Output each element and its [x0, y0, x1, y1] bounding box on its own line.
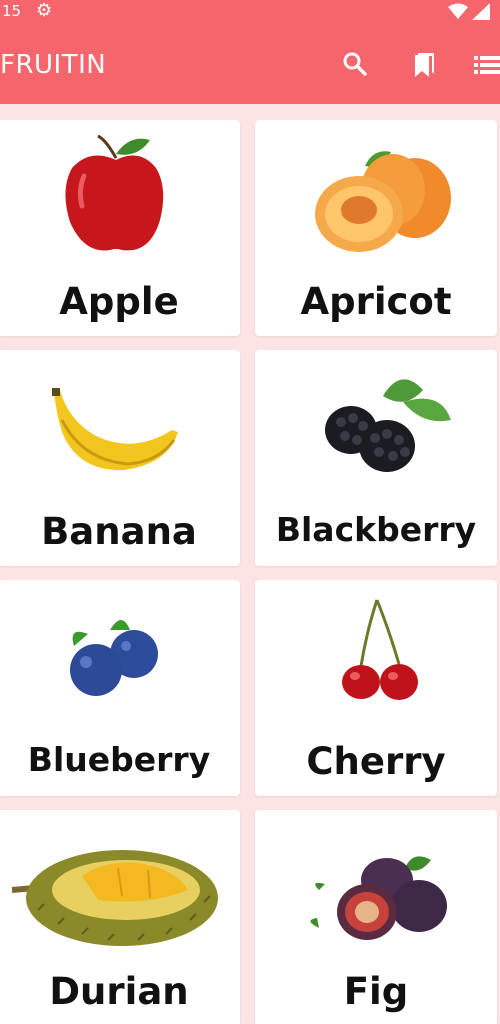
- fruit-card-blueberry[interactable]: Blueberry: [0, 580, 240, 796]
- apple-image: [65, 134, 164, 251]
- fruit-card-apple[interactable]: Apple: [0, 120, 240, 336]
- status-bar: 15 ⚙: [0, 0, 500, 24]
- fruit-card-banana[interactable]: Banana: [0, 350, 240, 566]
- durian-image: [11, 850, 218, 946]
- search-icon: [343, 52, 367, 76]
- app-title: FRUITIN: [0, 50, 107, 80]
- fruit-name: Apricot: [300, 280, 452, 323]
- signal-icon: [472, 3, 490, 20]
- list-icon: [474, 56, 500, 74]
- apricot-image: [315, 151, 451, 252]
- fruit-card-fig[interactable]: Fig: [255, 810, 497, 1024]
- wifi-icon: [448, 3, 468, 19]
- fruit-card-cherry[interactable]: Cherry: [255, 580, 497, 796]
- app-bar: FRUITIN: [0, 24, 500, 104]
- fruit-card-apricot[interactable]: Apricot: [255, 120, 497, 336]
- list-view-button[interactable]: [474, 50, 500, 80]
- fruit-name: Durian: [49, 970, 189, 1013]
- fruit-name: Banana: [41, 510, 197, 553]
- fruit-name: Blueberry: [27, 740, 211, 779]
- fruit-grid: Apple Apricot Banana Blackberry Blueberr…: [0, 120, 500, 1024]
- fig-image: [310, 856, 447, 940]
- fruit-card-blackberry[interactable]: Blackberry: [255, 350, 497, 566]
- fruit-name: Apple: [59, 280, 179, 323]
- fruit-name: Cherry: [306, 740, 446, 783]
- cherry-image: [342, 599, 418, 700]
- bookmark-icon: [415, 53, 434, 77]
- search-button[interactable]: [340, 50, 370, 80]
- fruit-card-durian[interactable]: Durian: [0, 810, 240, 1024]
- bookmarks-button[interactable]: [408, 50, 438, 80]
- gear-icon: ⚙: [36, 0, 53, 21]
- status-time: 15: [2, 2, 22, 20]
- blackberry-image: [325, 379, 451, 472]
- blueberry-image: [70, 620, 158, 696]
- fruit-name: Blackberry: [275, 510, 477, 549]
- banana-image: [52, 388, 178, 471]
- fruit-name: Fig: [343, 970, 409, 1013]
